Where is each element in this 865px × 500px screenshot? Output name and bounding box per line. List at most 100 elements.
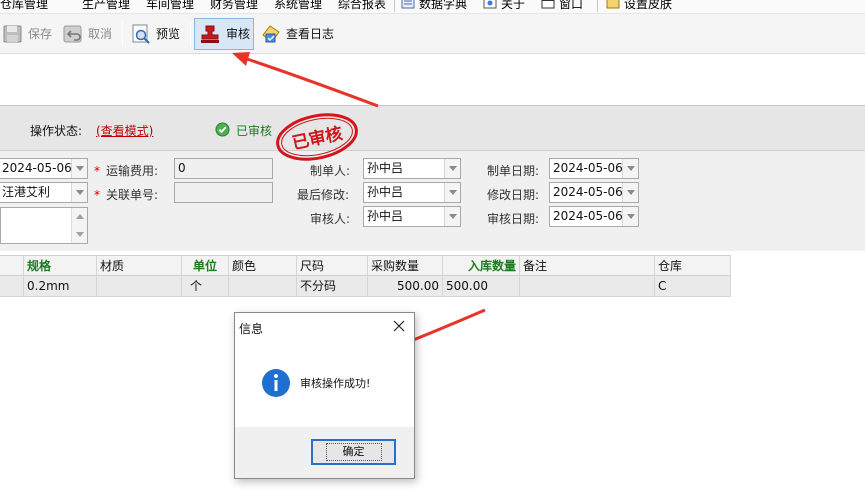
freight-label: 运输费用: [106,164,159,178]
cell-color[interactable] [229,276,297,296]
toolbar-separator [190,22,191,46]
dialog-titlebar[interactable]: 信息 [235,313,414,341]
menu-skin-label: 设置皮肤 [624,0,673,11]
approved-stamp: 已审核 [276,113,358,161]
modifier-field[interactable]: 孙中吕 [363,182,461,203]
cell-purchase-qty[interactable]: 500.00 [368,276,443,296]
menu-dictionary[interactable]: 数据字典 [401,0,467,12]
about-icon [483,0,497,9]
cancel-button[interactable]: 取消 [62,19,114,49]
chevron-down-icon[interactable] [622,183,638,202]
menu-warehouse[interactable]: 仓库管理 [0,0,48,12]
auditor-label: 审核人: [310,212,351,226]
ok-label: 确定 [325,443,382,461]
cell-remark[interactable] [520,276,655,296]
supplier-field[interactable]: 汪港艾利 [0,182,88,203]
create-date-label: 制单日期: [487,164,540,178]
cell-spec[interactable]: 0.2mm [24,276,97,296]
view-mode-link[interactable]: (查看模式) [96,122,153,139]
order-date-field[interactable]: 2024-05-06 [0,158,88,179]
save-label: 保存 [28,27,53,41]
creator-label: 制单人: [310,164,351,178]
toolbar: 保存 取消 预览 审核 查看日志 [0,14,865,54]
chevron-down-icon[interactable] [71,159,87,178]
auditor-field[interactable]: 孙中吕 [363,206,461,227]
row-gutter [0,276,24,296]
freight-field[interactable]: 0 [174,158,273,179]
header-material[interactable]: 材质 [97,256,182,276]
view-log-label: 查看日志 [286,27,335,41]
info-dialog: 信息 审核操作成功! 确定 [234,312,415,479]
chevron-down-icon[interactable] [444,183,460,202]
menu-production[interactable]: 生产管理 [82,0,130,12]
ok-button[interactable]: 确定 [311,439,396,465]
dialog-message: 审核操作成功! [300,377,371,390]
dialog-title: 信息 [239,322,264,336]
header-size[interactable]: 尺码 [297,256,368,276]
info-icon [262,369,290,397]
skin-icon [606,0,620,9]
audit-date-value: 2024-05-06 [553,209,623,223]
header-warehouse[interactable]: 仓库 [655,256,731,276]
menu-workshop[interactable]: 车间管理 [146,0,194,12]
header-purchase-qty[interactable]: 采购数量 [368,256,443,276]
header-color[interactable]: 颜色 [229,256,297,276]
cell-inbound-qty[interactable]: 500.00 [443,276,520,296]
toolbar-separator [122,22,123,46]
chevron-down-icon[interactable] [622,207,638,226]
check-circle-icon [215,122,230,137]
menu-window-label: 窗口 [559,0,584,11]
menu-window[interactable]: 窗口 [541,0,583,12]
menu-finance[interactable]: 财务管理 [210,0,258,12]
grid-header: 规格 材质 单位 颜色 尺码 采购数量 入库数量 备注 仓库 [0,255,731,276]
preview-button[interactable]: 预览 [130,19,184,49]
header-inbound-qty[interactable]: 入库数量 [443,256,520,276]
chevron-down-icon[interactable] [71,183,87,202]
audit-label: 审核 [226,27,251,41]
header-spec[interactable]: 规格 [24,256,97,276]
related-order-field[interactable] [174,182,273,203]
cell-size[interactable]: 不分码 [297,276,368,296]
audit-date-label: 审核日期: [487,212,540,226]
status-label: 操作状态: [30,124,83,138]
app-window: 仓库管理 生产管理 车间管理 财务管理 系统管理 综合报表 数据字典 关于 窗口… [0,0,865,500]
modify-date-field[interactable]: 2024-05-06 [549,182,639,203]
menu-reports[interactable]: 综合报表 [338,0,386,12]
cell-unit[interactable]: 个 [182,276,229,296]
auditor-value: 孙中吕 [367,209,404,223]
modify-date-value: 2024-05-06 [553,185,623,199]
chevron-down-icon[interactable] [444,207,460,226]
table-row[interactable]: 0.2mm 个 不分码 500.00 500.00 C [0,276,731,297]
window-icon [541,0,555,9]
scroll-up-icon[interactable] [76,214,84,219]
status-bar: 操作状态: (查看模式) 已审核 [0,105,865,151]
cell-material[interactable] [97,276,182,296]
menu-about-label: 关于 [501,0,526,11]
menu-system[interactable]: 系统管理 [274,0,322,12]
menu-bar: 仓库管理 生产管理 车间管理 财务管理 系统管理 综合报表 数据字典 关于 窗口… [0,0,865,14]
scroll-down-icon[interactable] [76,232,84,237]
freight-label-row: * 运输费用: [94,162,158,179]
audit-date-field[interactable]: 2024-05-06 [549,206,639,227]
header-unit[interactable]: 单位 [182,256,229,276]
freight-value: 0 [178,161,186,175]
memo-scrollbar[interactable] [71,208,87,243]
creator-value: 孙中吕 [367,161,404,175]
header-blank-area [0,55,865,105]
menu-about[interactable]: 关于 [483,0,525,12]
order-date-value: 2024-05-06 [2,161,72,175]
chevron-down-icon[interactable] [444,159,460,178]
header-remark[interactable]: 备注 [520,256,655,276]
menu-skin[interactable]: 设置皮肤 [606,0,672,12]
close-icon[interactable] [392,319,406,333]
create-date-field[interactable]: 2024-05-06 [549,158,639,179]
save-button[interactable]: 保存 [2,19,52,49]
chevron-down-icon[interactable] [622,159,638,178]
memo-field[interactable] [0,207,88,244]
required-mark: * [94,164,100,178]
audit-button[interactable]: 审核 [194,18,254,50]
cell-warehouse[interactable]: C [655,276,731,296]
menu-dictionary-label: 数据字典 [419,0,468,11]
creator-field[interactable]: 孙中吕 [363,158,461,179]
view-log-button[interactable]: 查看日志 [260,19,340,49]
